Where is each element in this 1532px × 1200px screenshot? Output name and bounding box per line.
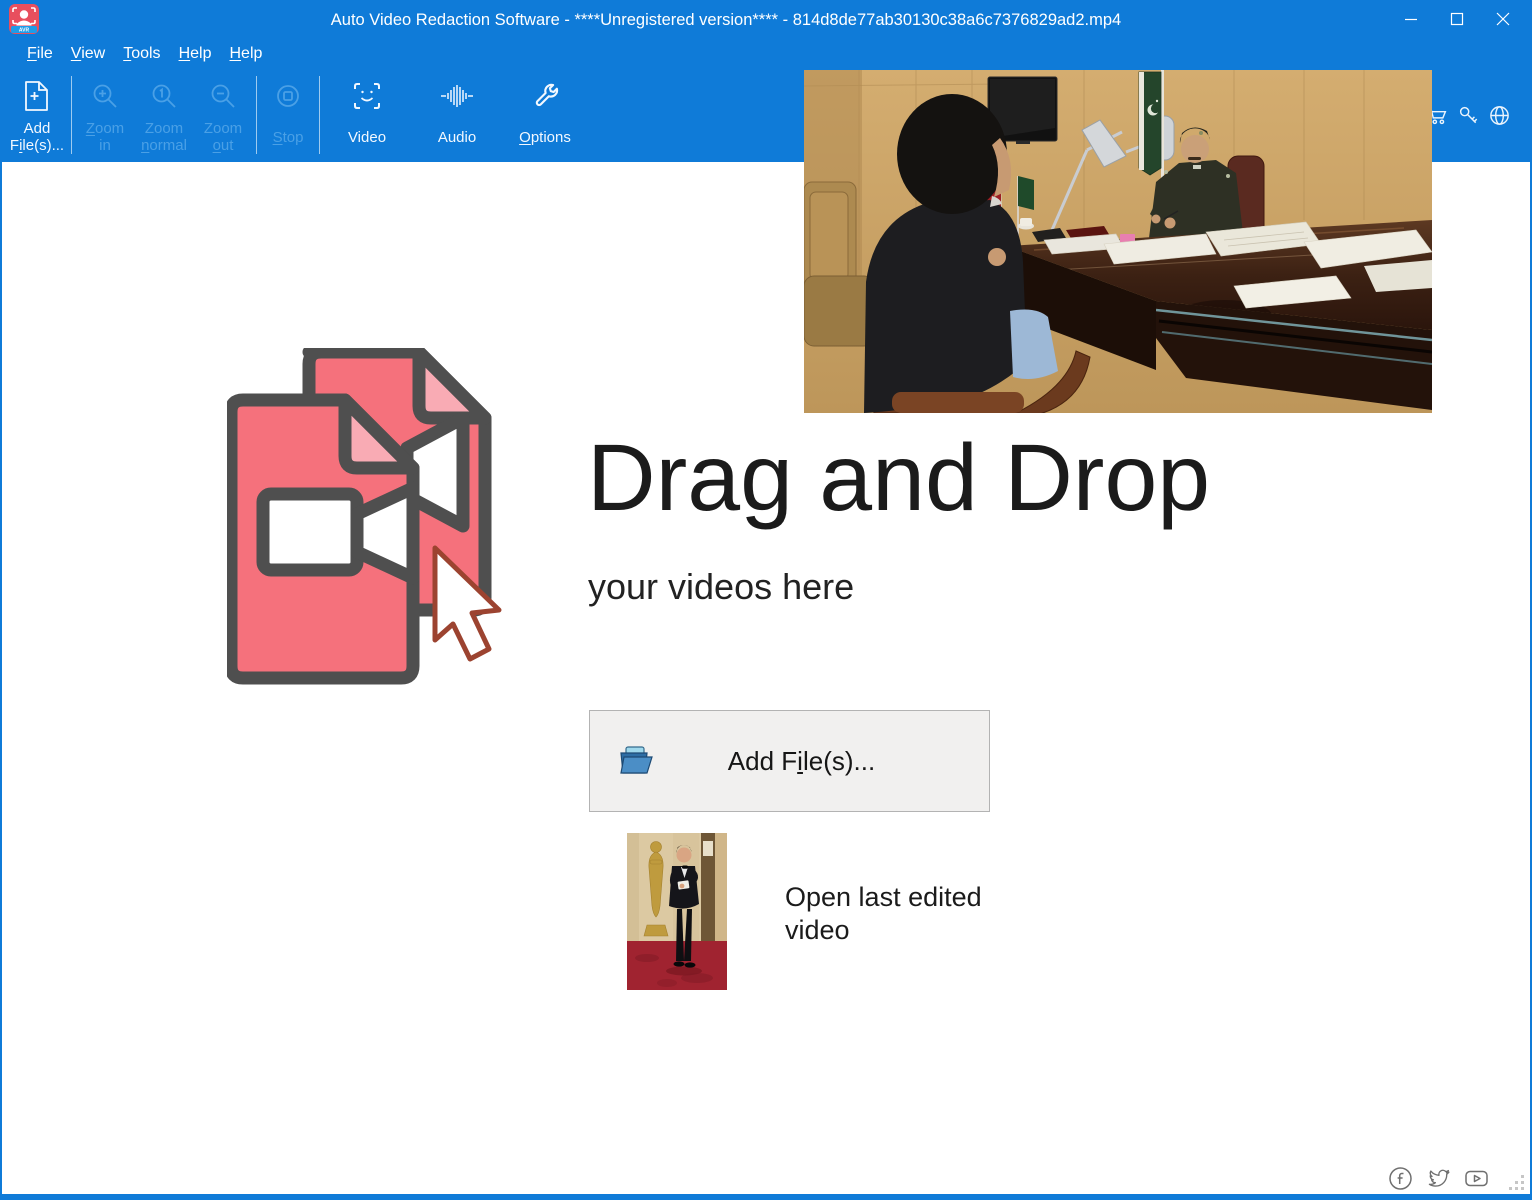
stop-button[interactable]: Stop	[262, 68, 314, 162]
open-folder-icon	[618, 745, 654, 777]
app-logo-icon[interactable]: AVR	[8, 3, 40, 35]
social-links	[1388, 1166, 1489, 1191]
video-frame-image	[804, 70, 1432, 413]
titlebar: AVR Auto Video Redaction Software - ****…	[0, 0, 1532, 40]
audio-waveform-icon	[439, 76, 475, 116]
face-scan-icon	[351, 76, 383, 116]
last-video-thumbnail[interactable]	[627, 833, 727, 990]
facebook-icon[interactable]	[1388, 1166, 1413, 1191]
add-files-toolbar-button[interactable]: AddFile(s)...	[8, 68, 66, 162]
zoom-normal-icon	[150, 76, 178, 116]
drag-drop-headline: Drag and Drop	[587, 424, 1210, 533]
stop-icon	[275, 76, 301, 116]
video-files-illustration	[227, 348, 512, 693]
toolbar-separator	[256, 76, 257, 154]
zoom-out-icon	[209, 76, 237, 116]
menu-view[interactable]: View	[62, 45, 114, 63]
audio-button[interactable]: Audio	[423, 68, 491, 162]
app-window: AVR Auto Video Redaction Software - ****…	[0, 0, 1532, 1200]
toolbar-separator	[71, 76, 72, 154]
toolbar-right-icons	[1426, 104, 1511, 127]
svg-text:AVR: AVR	[19, 27, 30, 33]
resize-grip[interactable]	[1507, 1175, 1524, 1192]
video-button[interactable]: Video	[333, 68, 401, 162]
add-files-main-button[interactable]: Add File(s)...	[589, 710, 990, 812]
open-last-video-label: Open last edited video	[785, 881, 985, 990]
video-preview-frame	[804, 70, 1432, 413]
wrench-icon	[530, 76, 560, 116]
youtube-icon[interactable]	[1464, 1166, 1489, 1191]
add-files-button-label: Add File(s)...	[654, 746, 949, 777]
menu-file[interactable]: File	[18, 45, 62, 63]
globe-icon[interactable]	[1488, 104, 1511, 127]
options-button[interactable]: Options	[509, 68, 581, 162]
close-button[interactable]	[1480, 0, 1526, 38]
open-last-video[interactable]: Open last edited video	[627, 833, 985, 990]
menu-tools[interactable]: Tools	[114, 45, 169, 63]
zoom-in-button[interactable]: Zoomin	[77, 68, 133, 162]
toolbar-separator	[319, 76, 320, 154]
zoom-in-icon	[91, 76, 119, 116]
minimize-button[interactable]	[1388, 0, 1434, 38]
add-file-icon	[22, 76, 52, 116]
key-icon[interactable]	[1457, 104, 1480, 127]
twitter-icon[interactable]	[1426, 1166, 1451, 1191]
zoom-out-button[interactable]: Zoomout	[195, 68, 251, 162]
maximize-button[interactable]	[1434, 0, 1480, 38]
menu-help-1[interactable]: Help	[170, 45, 221, 63]
drag-drop-subline: your videos here	[588, 566, 854, 608]
menubar: File View Tools Help Help	[0, 40, 1532, 68]
zoom-normal-button[interactable]: Zoomnormal	[133, 68, 195, 162]
window-title: Auto Video Redaction Software - ****Unre…	[120, 0, 1332, 40]
menu-help-2[interactable]: Help	[220, 45, 271, 63]
